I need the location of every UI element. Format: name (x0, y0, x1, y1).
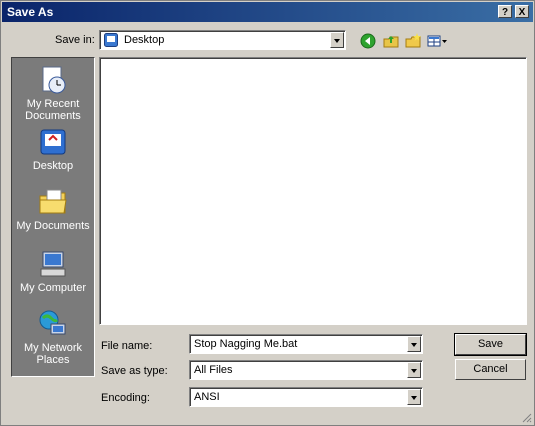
encoding-value: ANSI (194, 391, 220, 403)
file-name-label: File name: (101, 340, 153, 352)
views-menu-icon[interactable] (427, 32, 449, 50)
place-my-recent-documents[interactable]: My Recent Documents (12, 64, 94, 122)
encoding-label: Encoding: (101, 392, 150, 404)
desktop-icon (104, 33, 118, 47)
save-in-dropdown[interactable]: Desktop (99, 30, 346, 50)
close-button[interactable]: X (515, 5, 529, 18)
save-as-type-label: Save as type: (101, 365, 168, 377)
back-icon[interactable] (359, 32, 377, 50)
chevron-down-icon[interactable] (407, 336, 421, 352)
save-button[interactable]: Save (454, 333, 527, 356)
help-button[interactable]: ? (498, 5, 512, 18)
place-my-documents[interactable]: My Documents (12, 186, 94, 232)
place-label: Desktop (32, 160, 74, 172)
place-label: Documents (25, 110, 81, 122)
desktop-icon (37, 126, 69, 158)
resize-grip-icon[interactable] (520, 411, 532, 423)
title-bar[interactable]: Save As ? X (2, 2, 533, 22)
new-folder-icon[interactable] (404, 32, 422, 50)
place-label: My Recent (26, 98, 80, 110)
save-as-dialog: Save As ? X Save in: Desktop My Recent D… (0, 0, 535, 426)
window-title: Save As (7, 5, 54, 19)
network-places-icon (37, 308, 69, 340)
place-label: My Computer (19, 282, 87, 294)
chevron-down-icon[interactable] (330, 32, 344, 48)
places-bar: My Recent Documents Desktop My Documents… (11, 57, 95, 377)
file-name-value: Stop Nagging Me.bat (194, 338, 298, 350)
recent-documents-icon (37, 64, 69, 96)
save-as-type-dropdown[interactable]: All Files (189, 360, 423, 380)
chevron-down-icon[interactable] (407, 362, 421, 378)
save-in-label: Save in: (55, 34, 95, 46)
place-my-network-places[interactable]: My Network Places (12, 308, 94, 366)
place-label: My Network (23, 342, 83, 354)
place-label: My Documents (16, 220, 90, 232)
place-desktop[interactable]: Desktop (12, 126, 94, 172)
save-in-value: Desktop (124, 34, 165, 46)
file-name-input[interactable]: Stop Nagging Me.bat (189, 334, 423, 354)
my-computer-icon (37, 248, 69, 280)
file-list-view[interactable] (99, 57, 527, 325)
place-label: Places (36, 354, 70, 366)
encoding-dropdown[interactable]: ANSI (189, 387, 423, 407)
save-as-type-value: All Files (194, 364, 233, 376)
up-folder-icon[interactable] (382, 32, 400, 50)
chevron-down-icon[interactable] (407, 389, 421, 405)
my-documents-folder-icon (37, 186, 69, 218)
cancel-button[interactable]: Cancel (455, 359, 526, 380)
place-my-computer[interactable]: My Computer (12, 248, 94, 294)
